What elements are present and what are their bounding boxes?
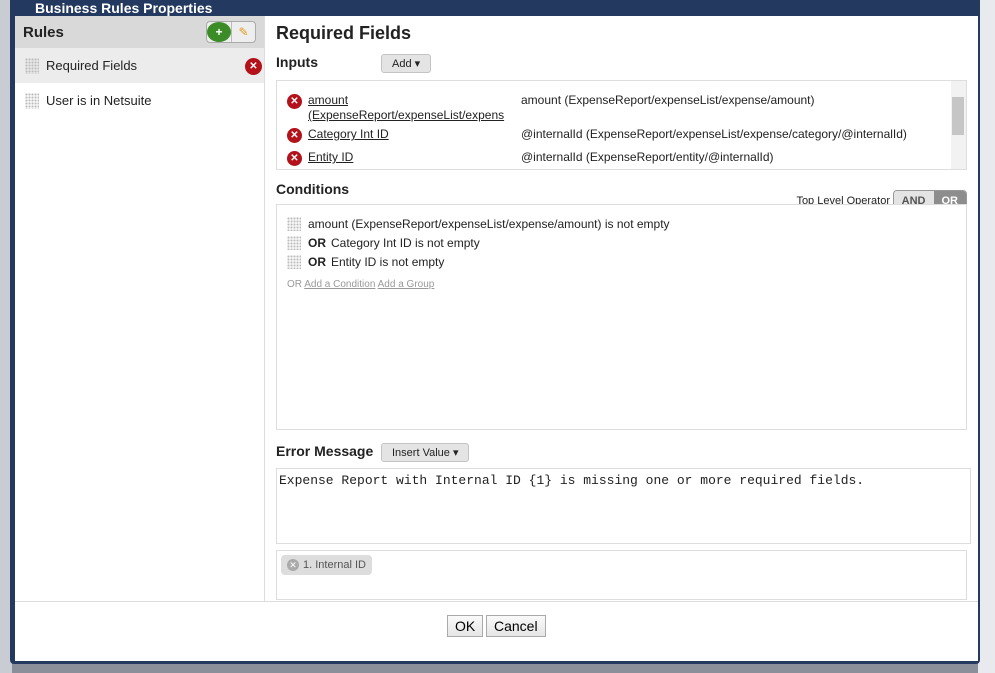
inputs-scrollbar[interactable] xyxy=(951,81,966,169)
input-row: ✕ Category Int ID @internalId (ExpenseRe… xyxy=(287,127,907,143)
remove-chip-icon[interactable]: ✕ xyxy=(287,559,299,571)
rule-label: Required Fields xyxy=(46,58,138,73)
input-value: amount (ExpenseReport/expenseList/expens… xyxy=(521,93,815,107)
rule-label: User is in Netsuite xyxy=(46,93,152,108)
chip-label: 1. Internal ID xyxy=(303,559,366,571)
conditions-label: Conditions xyxy=(276,181,350,197)
pencil-icon: ✎ xyxy=(238,25,249,39)
add-rule-button[interactable]: + xyxy=(207,22,231,42)
condition-text: amount (ExpenseReport/expenseList/expens… xyxy=(308,217,670,231)
conditions-box: amount (ExpenseReport/expenseList/expens… xyxy=(276,204,967,430)
business-rules-dialog: Business Rules Properties Rules + ✎ Requ… xyxy=(10,0,980,664)
add-input-dropdown[interactable]: Add ▾ xyxy=(381,54,432,73)
rules-panel: Rules + ✎ Required Fields ✕ User is in N… xyxy=(15,16,265,601)
drag-handle-icon[interactable] xyxy=(287,236,301,250)
drag-handle-icon[interactable] xyxy=(287,217,301,231)
condition-op: OR xyxy=(308,255,326,269)
drag-handle-icon[interactable] xyxy=(25,92,39,109)
input-name-link[interactable]: Entity ID xyxy=(308,150,513,166)
dialog-footer: OK Cancel xyxy=(15,601,978,661)
plus-icon: + xyxy=(207,22,231,42)
insert-value-dropdown[interactable]: Insert Value ▾ xyxy=(381,443,470,462)
condition-text: Category Int ID is not empty xyxy=(331,236,480,250)
condition-item[interactable]: amount (ExpenseReport/expenseList/expens… xyxy=(287,217,670,231)
scrollbar-thumb[interactable] xyxy=(952,97,964,135)
rule-item[interactable]: User is in Netsuite xyxy=(15,83,264,118)
cancel-button[interactable]: Cancel xyxy=(486,615,546,637)
inserted-values: ✕ 1. Internal ID xyxy=(276,550,967,600)
input-name-link[interactable]: amount (ExpenseReport/expenseList/expens xyxy=(308,93,513,123)
drag-handle-icon[interactable] xyxy=(25,57,39,74)
input-row: ✕ Entity ID @internalId (ExpenseReport/e… xyxy=(287,150,774,166)
value-chip: ✕ 1. Internal ID xyxy=(281,555,372,575)
drag-handle-icon[interactable] xyxy=(287,255,301,269)
remove-input-icon[interactable]: ✕ xyxy=(287,151,302,166)
dialog-title: Business Rules Properties xyxy=(35,0,213,16)
rules-header: Rules xyxy=(23,23,64,41)
page-title: Required Fields xyxy=(276,23,412,43)
rule-item[interactable]: Required Fields ✕ xyxy=(15,48,264,83)
add-condition-link[interactable]: Add a Condition xyxy=(304,279,375,290)
input-row: ✕ amount (ExpenseReport/expenseList/expe… xyxy=(287,93,815,123)
condition-item[interactable]: OR Category Int ID is not empty xyxy=(287,236,480,250)
condition-item[interactable]: OR Entity ID is not empty xyxy=(287,255,444,269)
remove-rule-icon[interactable]: ✕ xyxy=(245,58,262,75)
remove-input-icon[interactable]: ✕ xyxy=(287,128,302,143)
ok-button[interactable]: OK xyxy=(447,615,484,637)
error-message-textarea[interactable]: Expense Report with Internal ID {1} is m… xyxy=(276,468,971,544)
input-name-link[interactable]: Category Int ID xyxy=(308,127,513,143)
add-group-link[interactable]: Add a Group xyxy=(378,279,435,290)
inputs-label: Inputs xyxy=(276,54,318,70)
condition-op: OR xyxy=(308,236,326,250)
add-prefix: OR xyxy=(287,279,302,290)
condition-text: Entity ID is not empty xyxy=(331,255,445,269)
input-value: @internalId (ExpenseReport/entity/@inter… xyxy=(521,150,774,164)
inputs-list: ✕ amount (ExpenseReport/expenseList/expe… xyxy=(276,80,967,170)
edit-rule-button[interactable]: ✎ xyxy=(231,22,255,42)
error-message-label: Error Message xyxy=(276,443,374,459)
remove-input-icon[interactable]: ✕ xyxy=(287,94,302,109)
background-app-right xyxy=(978,0,995,673)
input-value: @internalId (ExpenseReport/expenseList/e… xyxy=(521,127,907,141)
